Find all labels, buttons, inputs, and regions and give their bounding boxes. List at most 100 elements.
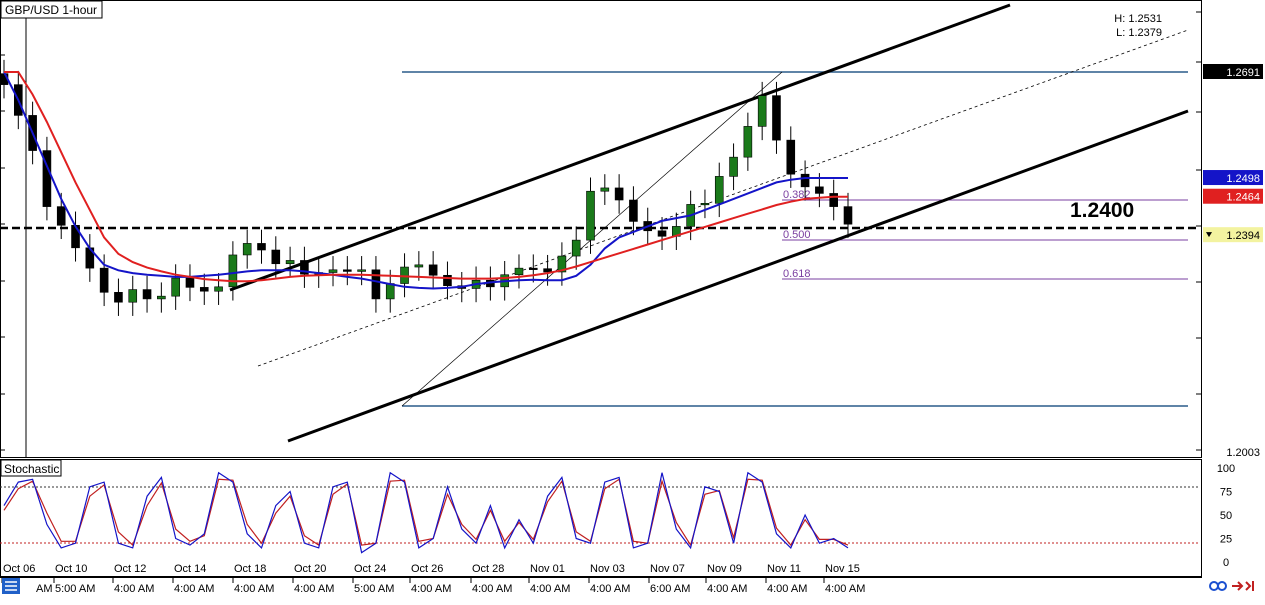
candle-body	[328, 269, 338, 273]
candle-body	[700, 203, 710, 206]
time-hour-label: 4:00 AM	[590, 583, 630, 595]
time-axis-labels: Oct 06AMOct 10 5:00 AM Oct 12 4:00 AM Oct 14…	[1, 563, 865, 595]
time-date-label: Oct 10	[55, 563, 87, 575]
candle-body	[586, 190, 595, 241]
price-axis-labels: 1.2691 1.2498 1.2464 1.2394 1.2003	[1203, 64, 1263, 459]
time-hour-label: 4:00 AM	[472, 583, 512, 595]
candle-body	[171, 277, 180, 297]
candle-body	[629, 199, 638, 222]
arrow-right-icon[interactable]	[1232, 581, 1244, 591]
candle-body	[99, 267, 109, 293]
price-label: 1.2003	[1226, 447, 1260, 459]
candle-body	[414, 264, 424, 268]
stoch-tick-label: 0	[1223, 557, 1229, 569]
candle-body	[786, 139, 796, 175]
price-label: 1.2464	[1226, 192, 1260, 204]
price-label: 1.2498	[1226, 173, 1260, 185]
stochastic-panel-frame	[0, 459, 1202, 577]
candle-body	[343, 269, 352, 272]
time-date-label: Oct 12	[114, 563, 146, 575]
price-label: 1.2691	[1226, 67, 1260, 79]
candle-body	[56, 206, 66, 226]
fib-label-0500: 0.500	[783, 229, 811, 241]
candle-body	[657, 230, 667, 237]
time-date-label: Nov 01	[530, 563, 565, 575]
time-hour-label: 4:00 AM	[411, 583, 451, 595]
candle-body	[757, 95, 767, 127]
chart-window: 0.382 0.500 0.618 1.2400 GBP/USD 1-hour …	[0, 0, 1265, 600]
candle-body	[142, 289, 152, 300]
time-hour-label: 4:00 AM	[294, 583, 334, 595]
candle-body	[743, 126, 753, 158]
fib-label-0618: 0.618	[783, 268, 811, 280]
candle-body	[443, 274, 452, 287]
candle-body	[385, 283, 395, 300]
candle-body	[815, 186, 824, 194]
scroll-end-icon[interactable]	[1245, 581, 1254, 591]
high-label: H: 1.2531	[1114, 13, 1162, 25]
candle-body	[128, 289, 138, 303]
candle-body	[357, 269, 366, 272]
candle-body	[772, 95, 781, 141]
candle-body	[428, 264, 438, 276]
time-date-label: Oct 28	[472, 563, 504, 575]
time-date-label: Oct 14	[174, 563, 206, 575]
candle-body	[614, 187, 624, 201]
candle-body	[242, 243, 252, 256]
low-label: L: 1.2379	[1116, 27, 1162, 39]
candle-body	[285, 260, 295, 265]
time-date-label: Nov 07	[650, 563, 685, 575]
time-hour-label: 5:00 AM	[55, 583, 95, 595]
time-hour-label: 4:00 AM	[234, 583, 274, 595]
candle-body	[371, 269, 381, 300]
candle-body	[271, 249, 281, 265]
time-hour-label: AM	[36, 583, 53, 595]
stoch-k-line	[3, 471, 849, 554]
chart-title: GBP/USD 1-hour	[5, 3, 97, 17]
candle-body	[185, 277, 195, 288]
candle-body	[214, 286, 223, 292]
candle-body	[571, 239, 581, 257]
candle-body	[157, 295, 166, 300]
candle-body	[71, 224, 80, 249]
time-hour-label: 4:00 AM	[114, 583, 154, 595]
candle-body	[714, 176, 724, 204]
time-date-label: Oct 06	[3, 563, 35, 575]
candle-body	[600, 187, 610, 192]
time-date-label: Nov 11	[767, 563, 801, 575]
stochastic-title: Stochastic	[4, 462, 59, 476]
time-hour-label: 5:00 AM	[354, 583, 394, 595]
stoch-tick-label: 50	[1220, 510, 1232, 522]
time-hour-label: 4:00 AM	[707, 583, 747, 595]
candle-body	[199, 287, 209, 292]
time-hour-label: 4:00 AM	[767, 583, 807, 595]
price-label: 1.2394	[1226, 230, 1260, 242]
time-date-label: Oct 26	[411, 563, 443, 575]
price-chart[interactable]: 0.382 0.500 0.618 1.2400 GBP/USD 1-hour …	[0, 0, 1265, 600]
candle-body	[800, 173, 810, 188]
time-date-label: Oct 20	[294, 563, 326, 575]
candle-body	[514, 267, 524, 276]
time-date-label: Oct 18	[234, 563, 266, 575]
time-hour-label: 6:00 AM	[650, 583, 690, 595]
key-level-label: 1.2400	[1070, 199, 1134, 222]
stoch-tick-label: 75	[1220, 487, 1232, 499]
stochastic-axis-labels: 100 75 50 25 0	[1217, 463, 1235, 569]
candle-body	[729, 156, 738, 177]
stoch-d-line	[3, 478, 849, 547]
candle-body	[257, 243, 266, 251]
candle-body	[543, 268, 552, 273]
link-icon[interactable]	[1209, 581, 1227, 591]
candle-body	[843, 206, 853, 225]
candle-body	[114, 292, 123, 303]
list-icon[interactable]	[2, 578, 20, 594]
time-date-label: Nov 15	[825, 563, 860, 575]
candle-body	[829, 193, 838, 207]
time-hour-label: 4:00 AM	[825, 583, 865, 595]
time-date-label: Nov 09	[707, 563, 742, 575]
stoch-tick-label: 100	[1217, 463, 1235, 475]
channel-upper-line[interactable]	[229, 3, 1011, 292]
time-date-label: Nov 03	[590, 563, 625, 575]
stoch-tick-label: 25	[1220, 534, 1232, 546]
channel-lower-line[interactable]	[287, 109, 1189, 443]
